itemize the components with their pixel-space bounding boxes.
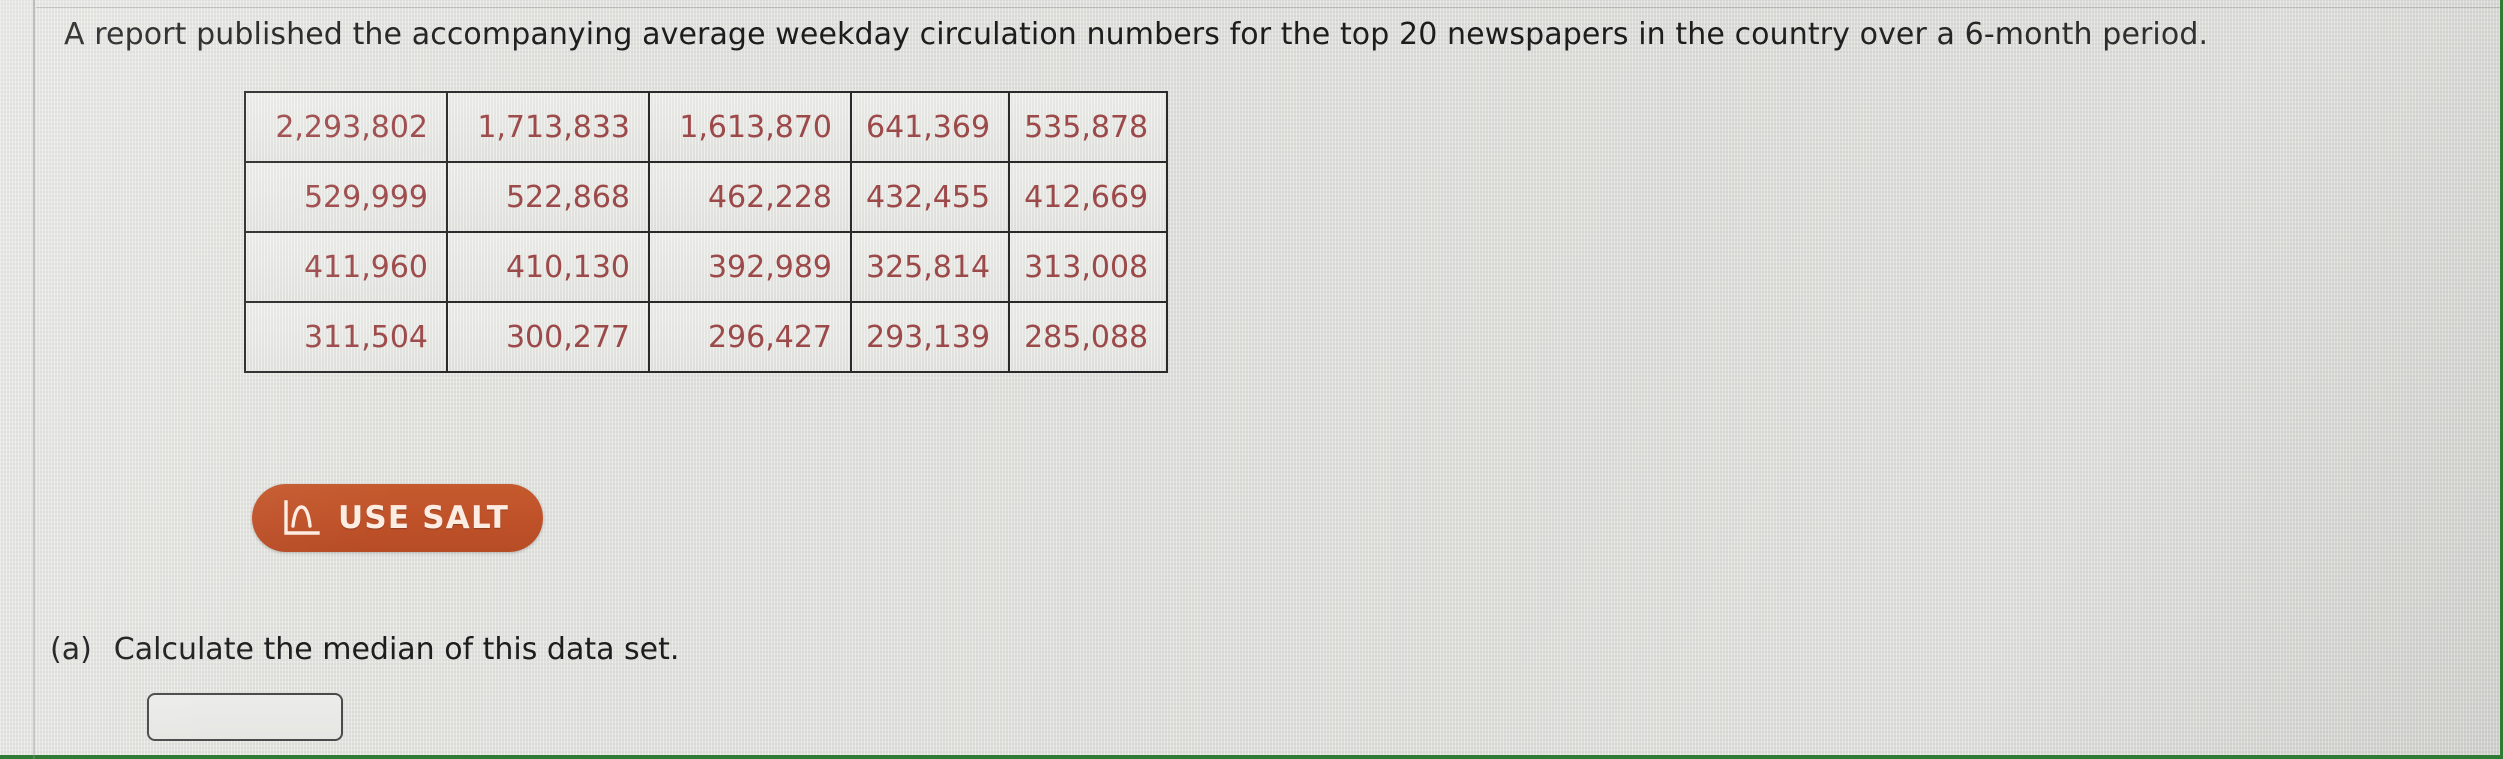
page-top-rule [36, 7, 2500, 8]
part-a-marker: (a) [50, 632, 92, 667]
table-cell: 325,814 [849, 231, 1011, 303]
table-cell: 392,989 [648, 231, 852, 303]
table-cell: 522,868 [446, 161, 650, 233]
table-cell: 1,713,833 [446, 91, 650, 163]
circulation-data-table: 2,293,802 1,713,833 1,613,870 641,369 53… [244, 91, 1169, 373]
table-row: 2,293,802 1,713,833 1,613,870 641,369 53… [244, 91, 1169, 163]
table-row: 411,960 410,130 392,989 325,814 313,008 [244, 231, 1169, 303]
distribution-curve-icon [284, 500, 320, 535]
table-cell: 412,669 [1008, 161, 1169, 233]
table-cell: 300,277 [446, 301, 650, 373]
table-cell: 296,427 [648, 301, 852, 373]
question-page: A report published the accompanying aver… [0, 0, 2503, 759]
table-cell: 311,504 [244, 301, 448, 373]
table-cell: 529,999 [244, 161, 448, 233]
table-cell: 285,088 [1008, 301, 1169, 373]
use-salt-label: USE SALT [338, 500, 510, 536]
table-cell: 293,139 [849, 301, 1011, 373]
table-cell: 462,228 [648, 161, 852, 233]
table-row: 529,999 522,868 462,228 432,455 412,669 [244, 161, 1169, 233]
part-a-question: (a) Calculate the median of this data se… [50, 632, 679, 667]
table-cell: 2,293,802 [244, 91, 448, 163]
table-cell: 411,960 [244, 231, 448, 303]
table-cell: 410,130 [446, 231, 650, 303]
table-row: 311,504 300,277 296,427 293,139 285,088 [244, 301, 1169, 373]
use-salt-button[interactable]: USE SALT [252, 484, 544, 552]
table-cell: 1,613,870 [648, 91, 852, 163]
question-prompt: A report published the accompanying aver… [64, 17, 2209, 52]
table-cell: 432,455 [849, 161, 1011, 233]
part-a-question-text: Calculate the median of this data set. [113, 632, 680, 667]
part-a-answer-input[interactable] [147, 693, 343, 741]
table-cell: 313,008 [1008, 231, 1169, 303]
table-cell: 535,878 [1008, 91, 1169, 163]
page-left-margin-rule [33, 0, 35, 759]
table-cell: 641,369 [849, 91, 1011, 163]
